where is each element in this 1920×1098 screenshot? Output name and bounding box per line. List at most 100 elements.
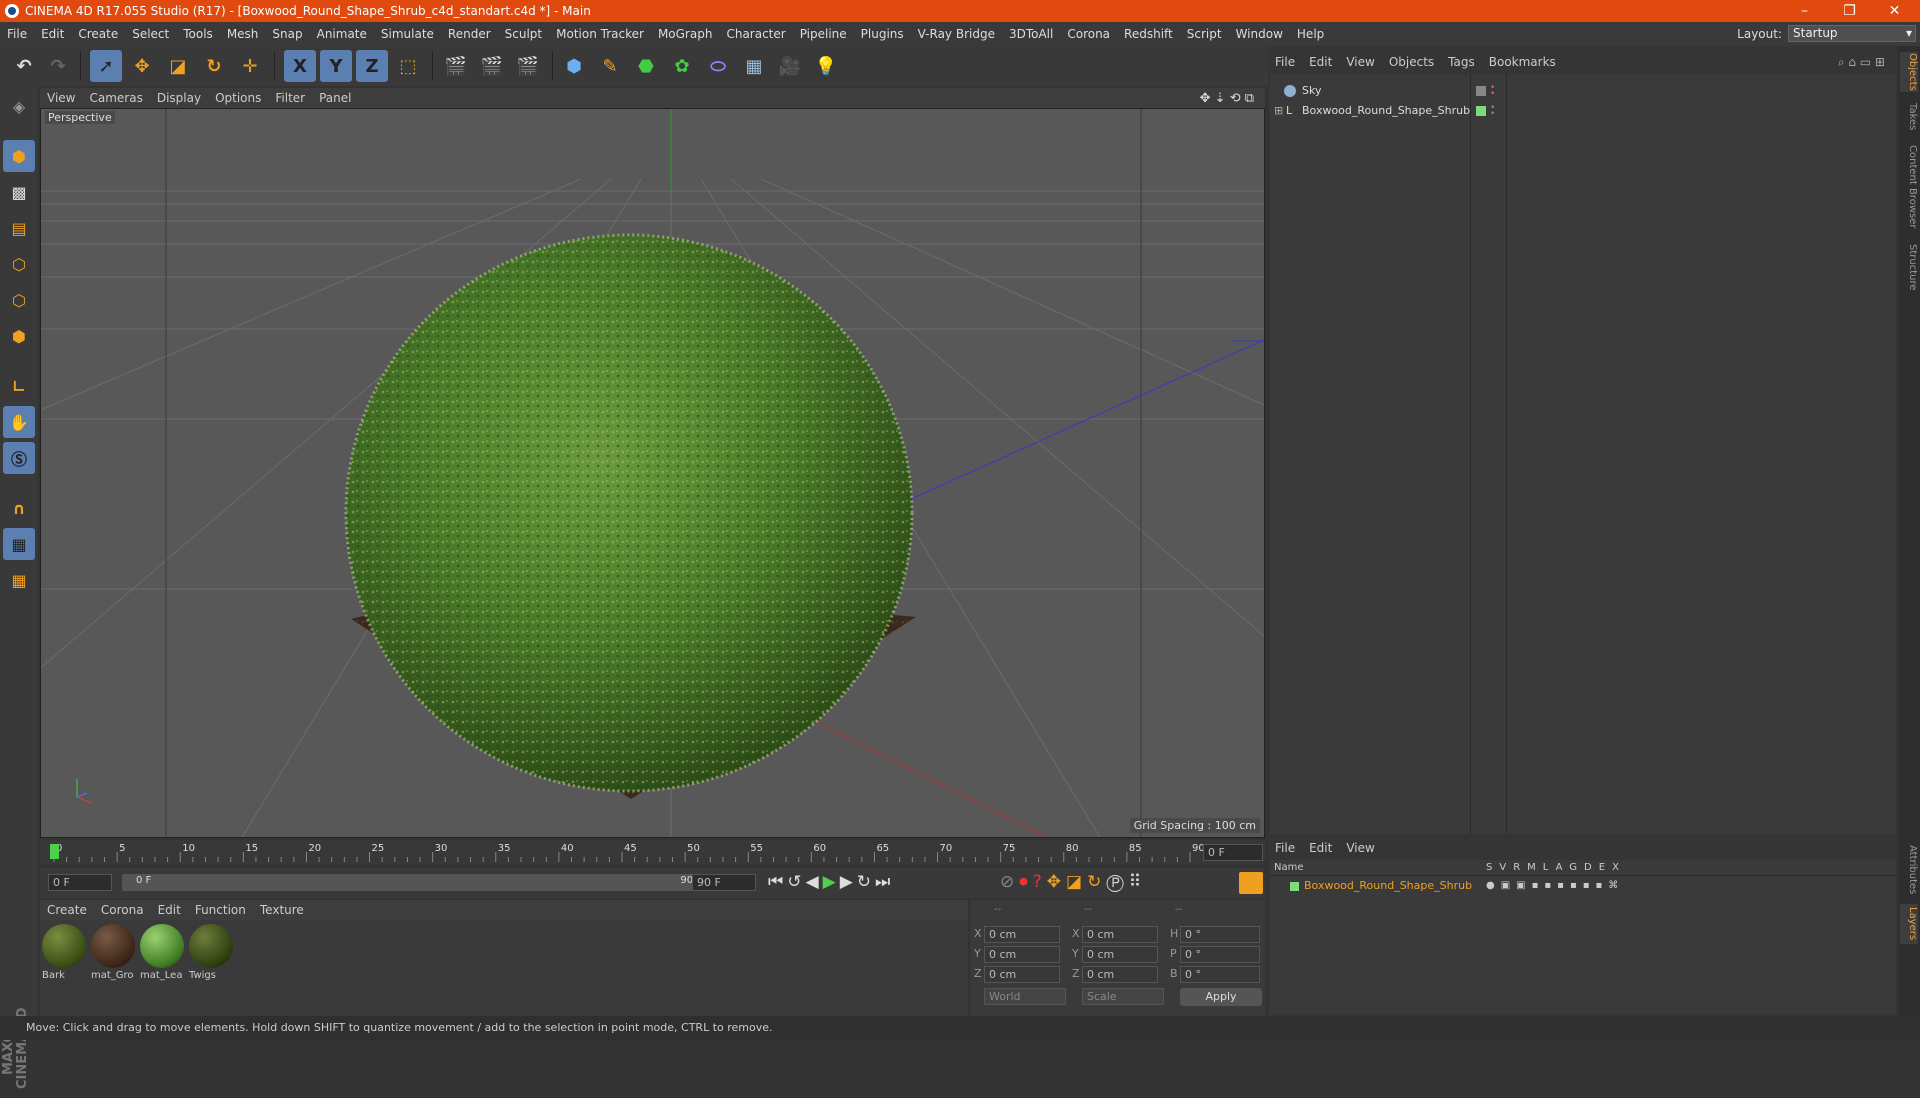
play-icon[interactable]: ▶ [823,872,840,892]
autokey-icon[interactable]: ? [1033,872,1047,892]
viewport-menu-options[interactable]: Options [208,91,268,105]
key-pla-icon[interactable]: ⠿ [1129,872,1146,892]
workplane-mode-icon[interactable]: ▤ [3,212,35,244]
coordinate-system-dropdown[interactable]: World [984,988,1066,1005]
next-frame-icon[interactable]: ▶ [840,872,857,892]
pen-spline-icon[interactable]: ✎ [594,50,626,82]
menu-sculpt[interactable]: Sculpt [498,27,549,41]
workplane-lock-icon[interactable]: ▦ [3,528,35,560]
apply-button[interactable]: Apply [1180,988,1262,1006]
menu-redshift[interactable]: Redshift [1117,27,1180,41]
edges-mode-icon[interactable]: ⬡ [3,284,35,316]
object-row-boxwood[interactable]: ⊞ L Boxwood_Round_Shape_Shrub • • [1270,102,1896,120]
position-y-field[interactable]: 0 cm [984,946,1060,963]
viewport-menu-filter[interactable]: Filter [268,91,312,105]
tab-structure[interactable]: Structure [1900,242,1918,292]
rotation-b-field[interactable]: 0 ° [1180,966,1260,983]
deformer-icon[interactable]: ⬭ [702,50,734,82]
current-frame-field[interactable]: 0 F [1203,844,1263,861]
menu-select[interactable]: Select [125,27,176,41]
tab-takes[interactable]: Takes [1900,102,1918,132]
live-selection-icon[interactable]: ➚ [90,50,122,82]
model-mode-icon[interactable]: ⬢ [3,140,35,172]
size-x-field[interactable]: 0 cm [1082,926,1158,943]
editor-render-dots[interactable]: • • [1490,84,1495,99]
layer-flag-toggles[interactable]: ●▣▣▪▪▪▪▪▪⌘ [1486,878,1624,894]
minimize-icon[interactable]: – [1782,0,1827,22]
menu-file[interactable]: File [0,27,34,41]
key-scale-icon[interactable]: ◪ [1066,872,1087,892]
render-picture-viewer-icon[interactable]: 🎬 [476,50,508,82]
y-axis-lock-icon[interactable]: Y [320,50,352,82]
menu-help[interactable]: Help [1290,27,1331,41]
menu-create[interactable]: Create [71,27,125,41]
tab-layers[interactable]: Layers [1900,904,1918,944]
floor-scene-icon[interactable]: ▦ [738,50,770,82]
go-to-start-icon[interactable]: ⏮ [768,872,787,892]
menu-simulate[interactable]: Simulate [374,27,441,41]
transform-tool-icon[interactable]: ✛ [234,50,266,82]
rotate-tool-icon[interactable]: ↻ [198,50,230,82]
texture-mode-icon[interactable]: ▩ [3,176,35,208]
material-menu-edit[interactable]: Edit [151,903,188,917]
object-row-sky[interactable]: Sky • • [1270,82,1896,100]
menu-script[interactable]: Script [1180,27,1229,41]
layout-dropdown[interactable]: Startup [1788,25,1916,42]
editor-render-dots[interactable]: • • [1490,104,1495,119]
menu-plugins[interactable]: Plugins [854,27,911,41]
material-menu-create[interactable]: Create [40,903,94,917]
restore-icon[interactable]: ❐ [1827,0,1872,22]
menu-motion-tracker[interactable]: Motion Tracker [549,27,651,41]
menu-edit[interactable]: Edit [34,27,71,41]
menu-tools[interactable]: Tools [176,27,220,41]
timeline-editor-icon[interactable] [1239,872,1263,894]
camera-icon[interactable]: 🎥 [774,50,806,82]
playhead[interactable] [50,844,59,859]
layer-menu-edit[interactable]: Edit [1302,841,1339,855]
close-icon[interactable]: ✕ [1872,0,1917,22]
rotation-h-field[interactable]: 0 ° [1180,926,1260,943]
tab-content-browser[interactable]: Content Browser [1900,142,1918,232]
motion-record-icon[interactable]: ⊘ [1000,872,1019,892]
object-menu-view[interactable]: View [1339,55,1381,69]
timeline-ruler[interactable]: 0 5 10 15 20 25 30 35 40 45 50 55 60 65 70 75 80 85 90 0 F [40,840,1265,864]
tweak-mode-icon[interactable]: ✋ [3,406,35,438]
menu-mograph[interactable]: MoGraph [651,27,720,41]
end-frame-field[interactable]: 90 F [692,874,756,891]
start-frame-field[interactable]: 0 F [48,874,112,891]
key-parameter-icon[interactable]: Ⓟ [1106,872,1128,892]
layer-row[interactable]: Boxwood_Round_Shape_Shrub ●▣▣▪▪▪▪▪▪⌘ [1270,878,1896,894]
menu-snap[interactable]: Snap [265,27,309,41]
rotation-p-field[interactable]: 0 ° [1180,946,1260,963]
previous-frame-icon[interactable]: ◀ [806,872,823,892]
visibility-toggle[interactable] [1476,86,1486,96]
make-editable-icon[interactable]: ◈ [3,90,35,122]
record-active-icon[interactable]: ⏺ [1019,872,1033,892]
key-position-icon[interactable]: ✥ [1047,872,1066,892]
expand-icon[interactable]: ⊞ [1274,102,1283,120]
next-key-icon[interactable]: ↻ [857,872,875,892]
size-mode-dropdown[interactable]: Scale [1082,988,1164,1005]
viewport-navigation-icons[interactable]: ✥ ⇣ ⟲ ⧉ [1193,91,1261,106]
object-menu-objects[interactable]: Objects [1382,55,1441,69]
key-rotation-icon[interactable]: ↻ [1087,872,1106,892]
light-icon[interactable]: 💡 [810,50,842,82]
material-twigs[interactable]: Twigs [189,924,235,981]
tab-objects[interactable]: Objects [1900,52,1918,92]
render-view-icon[interactable]: 🎬 [440,50,472,82]
cube-object-icon[interactable]: ⬢ [558,50,590,82]
z-axis-lock-icon[interactable]: Z [356,50,388,82]
undo-icon[interactable]: ↶ [8,50,40,82]
material-menu-corona[interactable]: Corona [94,903,151,917]
polygons-mode-icon[interactable]: ⬢ [3,320,35,352]
material-leaves[interactable]: mat_Lea [140,924,186,981]
size-y-field[interactable]: 0 cm [1082,946,1158,963]
position-x-field[interactable]: 0 cm [984,926,1060,943]
object-menu-tags[interactable]: Tags [1441,55,1482,69]
menu-pipeline[interactable]: Pipeline [793,27,854,41]
layer-menu-file[interactable]: File [1268,841,1302,855]
coordinate-system-icon[interactable]: ⬚ [392,50,424,82]
object-menu-edit[interactable]: Edit [1302,55,1339,69]
move-tool-icon[interactable]: ✥ [126,50,158,82]
material-menu-texture[interactable]: Texture [253,903,311,917]
